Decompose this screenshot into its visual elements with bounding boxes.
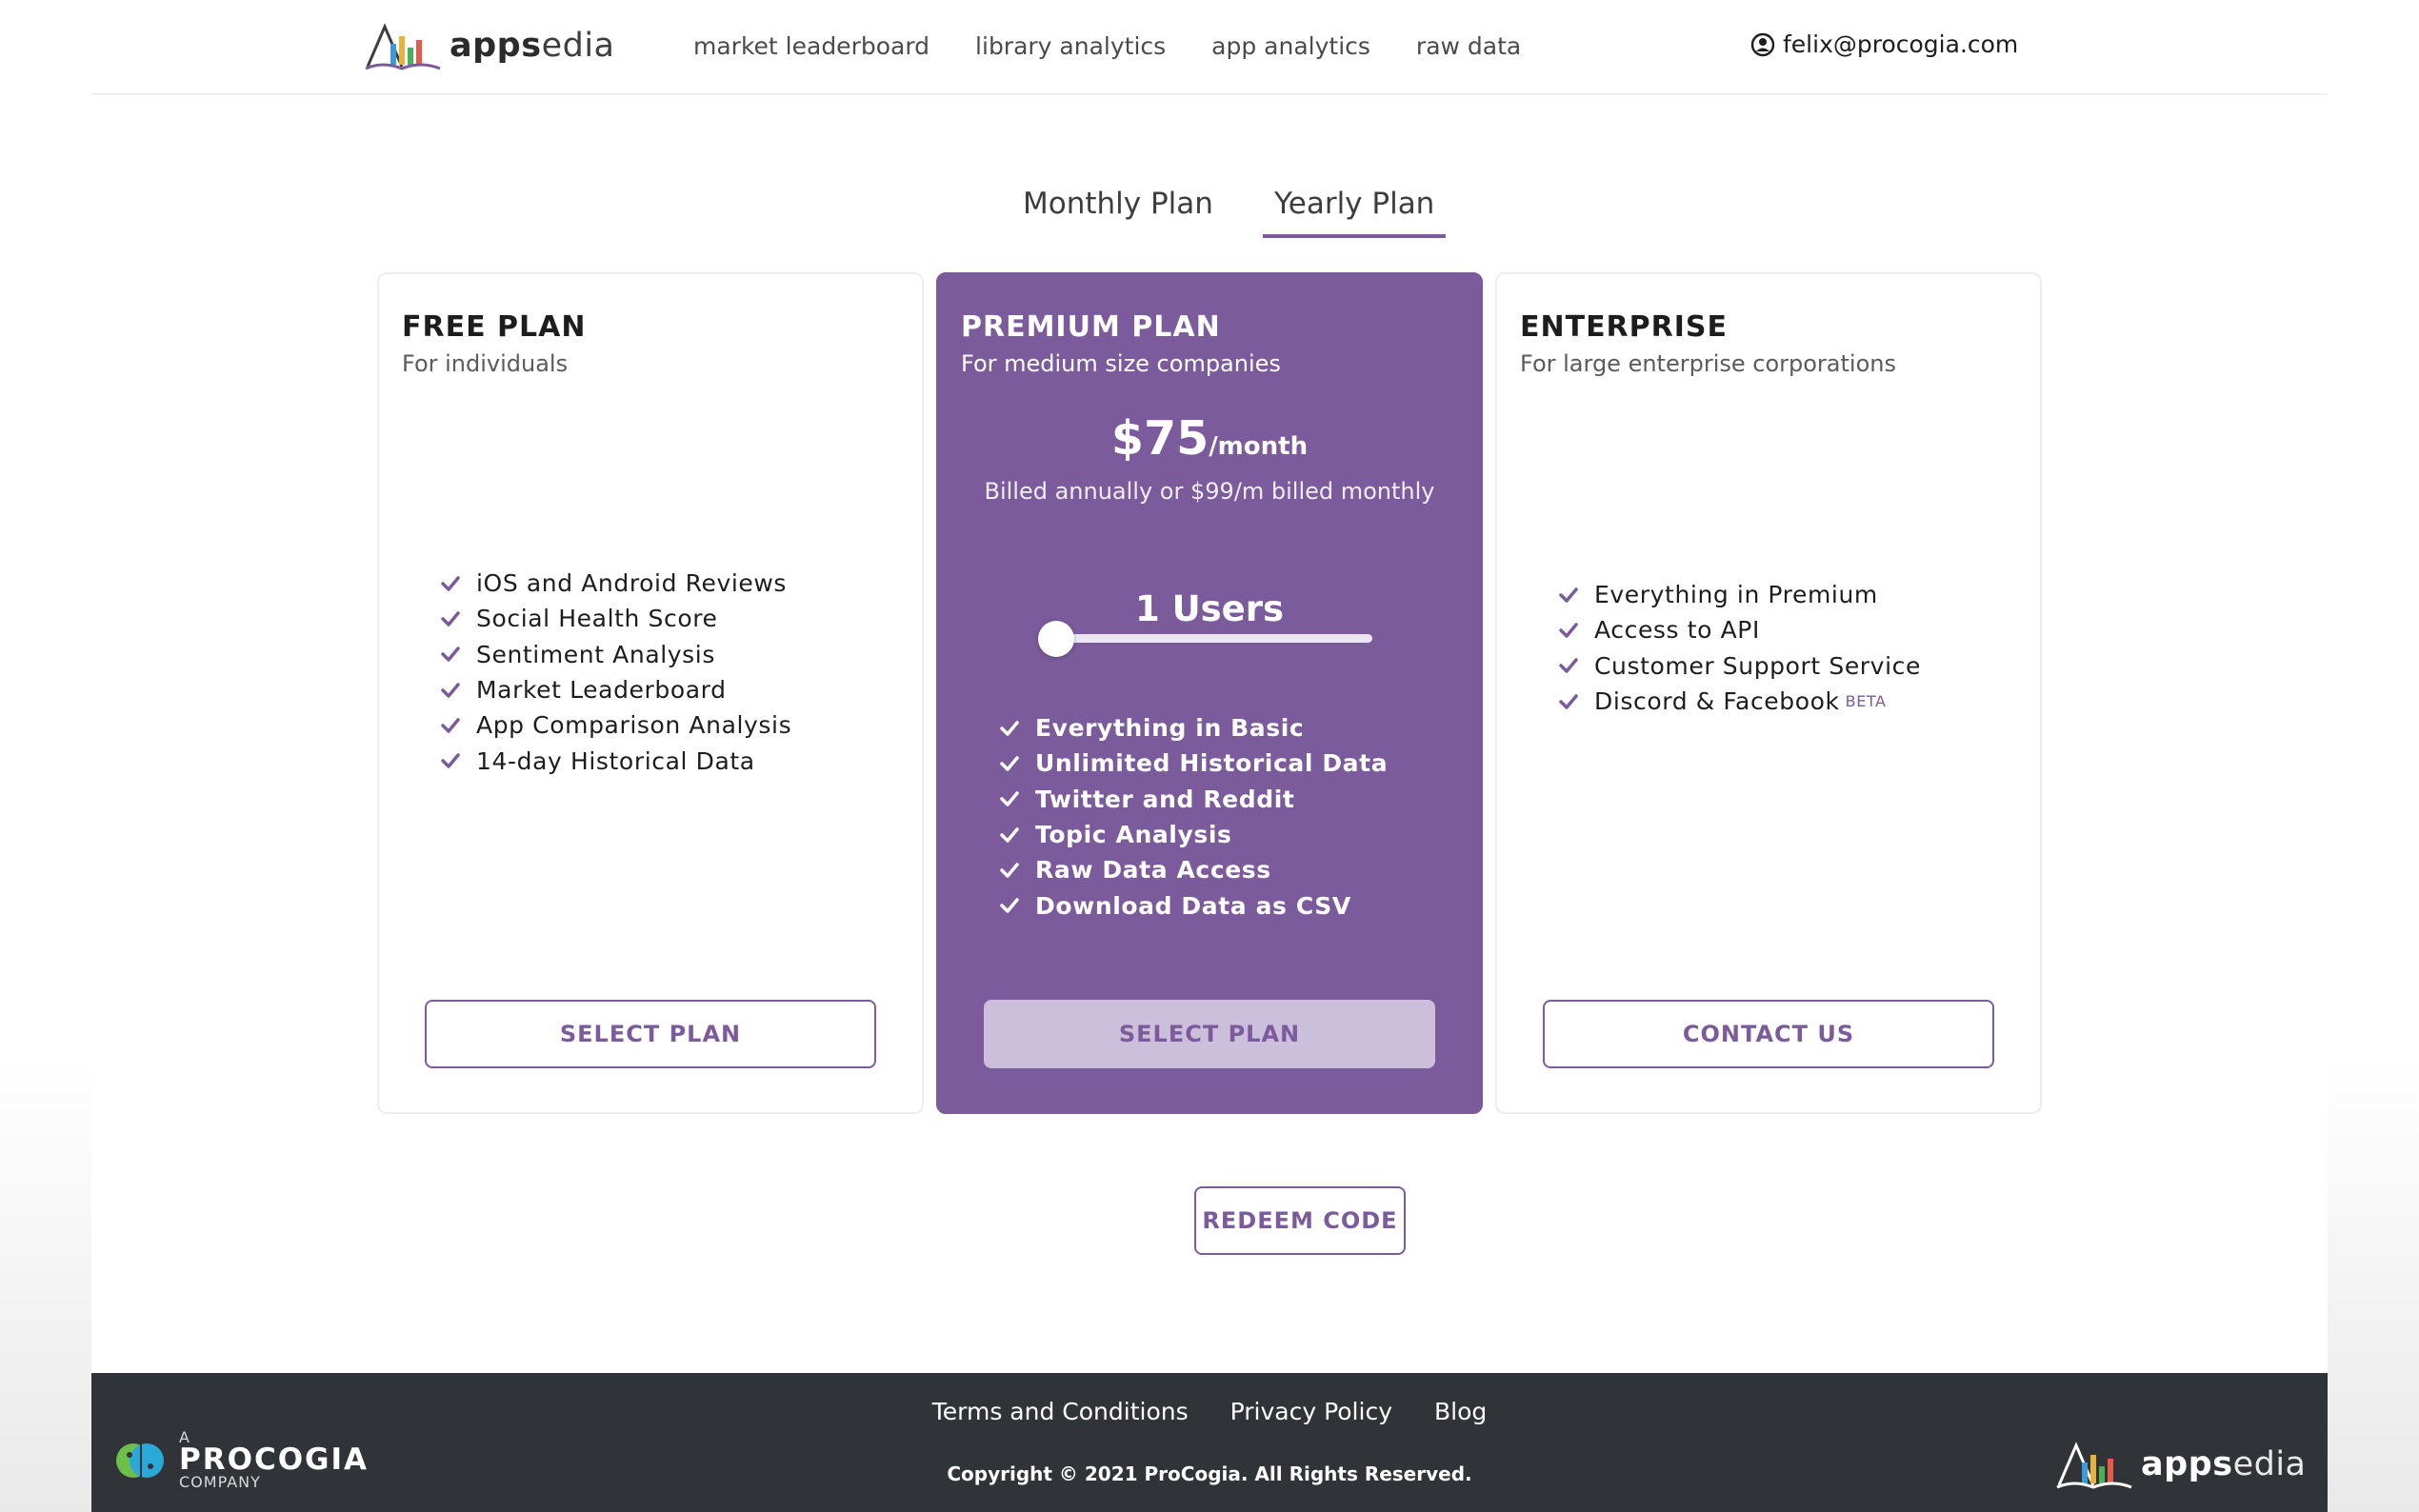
enterprise-plan-card: ENTERPRISE For large enterprise corporat… bbox=[1495, 272, 2042, 1114]
billing-note: Billed annually or $99/m billed monthly bbox=[984, 478, 1435, 505]
feature-item: Discord & Facebook BETA bbox=[1558, 684, 1921, 719]
check-icon bbox=[1559, 587, 1578, 603]
user-account[interactable]: felix@procogia.com bbox=[1750, 30, 2018, 58]
feature-item: iOS and Android Reviews bbox=[440, 566, 791, 601]
feature-item: Unlimited Historical Data bbox=[999, 746, 1388, 781]
check-icon bbox=[1000, 720, 1019, 736]
beta-badge: BETA bbox=[1845, 692, 1887, 711]
appsedia-logo-icon bbox=[2056, 1442, 2132, 1489]
top-header: appsedia market leaderboard library anal… bbox=[91, 0, 2328, 95]
nav-library-analytics[interactable]: library analytics bbox=[975, 32, 1166, 60]
privacy-link[interactable]: Privacy Policy bbox=[1230, 1398, 1392, 1425]
appsedia-logo[interactable]: appsedia bbox=[364, 19, 614, 72]
plan-price: $75/month bbox=[938, 411, 1481, 466]
plan-subtitle: For medium size companies bbox=[961, 350, 1281, 377]
feature-item: Customer Support Service bbox=[1558, 648, 1921, 684]
free-plan-features: iOS and Android Reviews Social Health Sc… bbox=[440, 566, 791, 779]
footer-links: Terms and Conditions Privacy Policy Blog bbox=[91, 1398, 2328, 1425]
footer-appsedia-logo[interactable]: appsedia bbox=[2055, 1438, 2306, 1491]
feature-item: Everything in Basic bbox=[999, 710, 1388, 746]
redeem-code-button[interactable]: REDEEM CODE bbox=[1194, 1186, 1406, 1255]
users-slider-handle[interactable] bbox=[1038, 621, 1074, 657]
feature-item: Everything in Premium bbox=[1558, 577, 1921, 612]
nav-raw-data[interactable]: raw data bbox=[1416, 32, 1521, 60]
contact-us-button[interactable]: CONTACT US bbox=[1543, 1000, 1994, 1068]
feature-item: Social Health Score bbox=[440, 601, 791, 636]
blog-link[interactable]: Blog bbox=[1434, 1398, 1487, 1425]
feature-item: Twitter and Reddit bbox=[999, 782, 1388, 817]
feature-item: Raw Data Access bbox=[999, 852, 1388, 887]
feature-item: Sentiment Analysis bbox=[440, 637, 791, 672]
price-unit: /month bbox=[1209, 432, 1309, 461]
feature-item: Access to API bbox=[1558, 612, 1921, 647]
feature-item: Download Data as CSV bbox=[999, 887, 1388, 923]
plan-subtitle: For individuals bbox=[402, 350, 569, 377]
check-icon bbox=[441, 647, 460, 662]
user-circle-icon bbox=[1750, 32, 1775, 56]
nav-market-leaderboard[interactable]: market leaderboard bbox=[693, 32, 930, 60]
copyright-text: Copyright © 2021 ProCogia. All Rights Re… bbox=[947, 1462, 1472, 1485]
check-icon bbox=[441, 718, 460, 733]
enterprise-plan-features: Everything in Premium Access to API Cust… bbox=[1558, 577, 1921, 719]
feature-item: App Comparison Analysis bbox=[440, 707, 791, 743]
terms-link[interactable]: Terms and Conditions bbox=[932, 1398, 1189, 1425]
price-amount: $75 bbox=[1110, 411, 1210, 466]
premium-select-plan-button[interactable]: SELECT PLAN bbox=[984, 1000, 1435, 1068]
feature-item: Topic Analysis bbox=[999, 817, 1388, 852]
main-nav: market leaderboard library analytics app… bbox=[693, 32, 1567, 60]
check-icon bbox=[1559, 623, 1578, 638]
page: appsedia market leaderboard library anal… bbox=[91, 0, 2328, 1512]
plan-title: ENTERPRISE bbox=[1520, 310, 1729, 344]
check-icon bbox=[1000, 898, 1019, 913]
check-icon bbox=[1000, 826, 1019, 843]
check-icon bbox=[441, 682, 460, 698]
feature-item: 14-day Historical Data bbox=[440, 743, 791, 778]
premium-plan-features: Everything in Basic Unlimited Historical… bbox=[999, 710, 1388, 924]
tab-yearly-plan[interactable]: Yearly Plan bbox=[1262, 187, 1447, 238]
premium-plan-card: PREMIUM PLAN For medium size companies $… bbox=[936, 272, 1483, 1114]
footer: A PROCOGIA COMPANY Terms and Conditions … bbox=[91, 1373, 2328, 1512]
check-icon bbox=[1559, 693, 1578, 709]
check-icon bbox=[1000, 756, 1019, 771]
check-icon bbox=[441, 575, 460, 591]
user-email: felix@procogia.com bbox=[1783, 30, 2019, 58]
check-icon bbox=[1000, 791, 1019, 806]
plan-title: PREMIUM PLAN bbox=[961, 310, 1221, 344]
check-icon bbox=[441, 611, 460, 627]
users-slider-track[interactable] bbox=[1052, 634, 1372, 643]
nav-app-analytics[interactable]: app analytics bbox=[1211, 32, 1370, 60]
free-select-plan-button[interactable]: SELECT PLAN bbox=[425, 1000, 876, 1068]
plan-period-tabs: Monthly Plan Yearly Plan bbox=[1011, 187, 1484, 238]
plan-title: FREE PLAN bbox=[402, 310, 587, 344]
tab-monthly-plan[interactable]: Monthly Plan bbox=[1011, 187, 1225, 238]
appsedia-logo-icon bbox=[365, 23, 441, 70]
check-icon bbox=[1559, 658, 1578, 673]
feature-item: Market Leaderboard bbox=[440, 672, 791, 707]
appsedia-wordmark: appsedia bbox=[450, 27, 615, 65]
check-icon bbox=[1000, 863, 1019, 878]
plan-subtitle: For large enterprise corporations bbox=[1520, 350, 1896, 377]
appsedia-wordmark: appsedia bbox=[2141, 1445, 2307, 1483]
free-plan-card: FREE PLAN For individuals iOS and Androi… bbox=[377, 272, 924, 1114]
users-count: 1 Users bbox=[1134, 588, 1285, 629]
check-icon bbox=[441, 753, 460, 768]
